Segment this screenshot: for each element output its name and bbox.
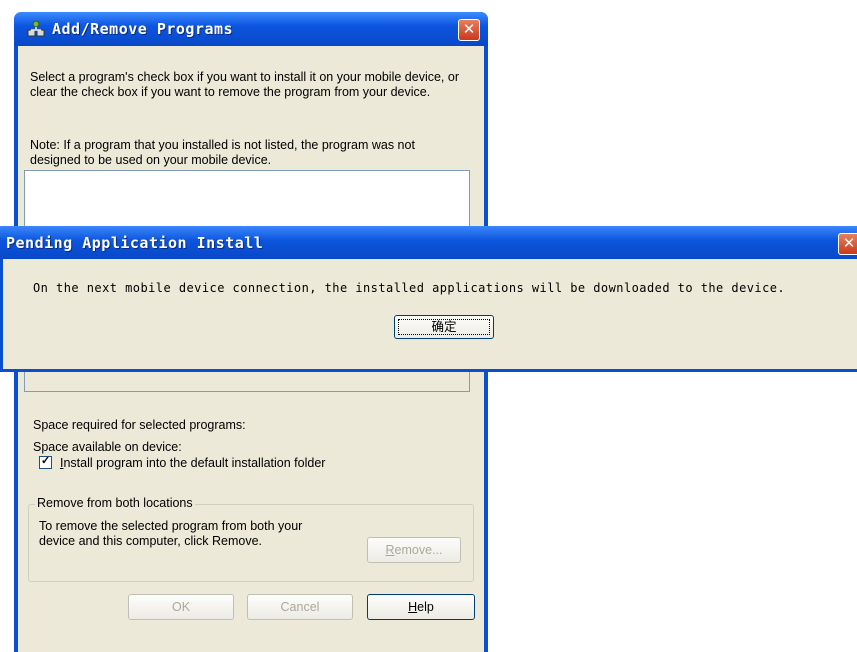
- remove-button[interactable]: Remove...: [367, 537, 461, 563]
- pending-body: On the next mobile device connection, th…: [3, 259, 857, 369]
- checkmark-icon: ✓: [41, 455, 51, 467]
- window-title: Add/Remove Programs: [52, 20, 234, 38]
- space-required-label: Space required for selected programs:: [33, 418, 246, 432]
- close-button[interactable]: ✕: [458, 19, 480, 41]
- install-default-folder-option[interactable]: ✓ Install program into the default instal…: [39, 455, 326, 470]
- space-available-label: Space available on device:: [33, 440, 182, 454]
- title-bar[interactable]: Add/Remove Programs ✕: [14, 12, 488, 46]
- close-icon: ✕: [462, 20, 476, 38]
- group-legend: Remove from both locations: [35, 496, 195, 510]
- pending-close-button[interactable]: ✕: [838, 233, 857, 255]
- help-button[interactable]: Help: [367, 594, 475, 620]
- close-icon: ✕: [842, 234, 856, 252]
- install-default-label: Install program into the default install…: [60, 456, 326, 470]
- pending-message: On the next mobile device connection, th…: [33, 281, 786, 295]
- pending-install-dialog: Pending Application Install ✕ On the nex…: [0, 226, 857, 372]
- confirm-button[interactable]: 确定: [394, 315, 494, 339]
- cancel-button[interactable]: Cancel: [247, 594, 353, 620]
- pending-title: Pending Application Install: [6, 234, 264, 252]
- note-text: Note: If a program that you installed is…: [30, 138, 415, 167]
- remove-description: To remove the selected program from both…: [39, 519, 303, 548]
- focus-rectangle: [398, 319, 490, 335]
- remove-both-group: Remove from both locations To remove the…: [28, 496, 474, 582]
- instructions-text: Select a program's check box if you want…: [30, 70, 459, 99]
- pending-title-bar[interactable]: Pending Application Install ✕: [0, 226, 857, 259]
- add-remove-programs-icon: [27, 20, 45, 37]
- ok-button[interactable]: OK: [128, 594, 234, 620]
- install-default-checkbox[interactable]: ✓: [39, 455, 52, 469]
